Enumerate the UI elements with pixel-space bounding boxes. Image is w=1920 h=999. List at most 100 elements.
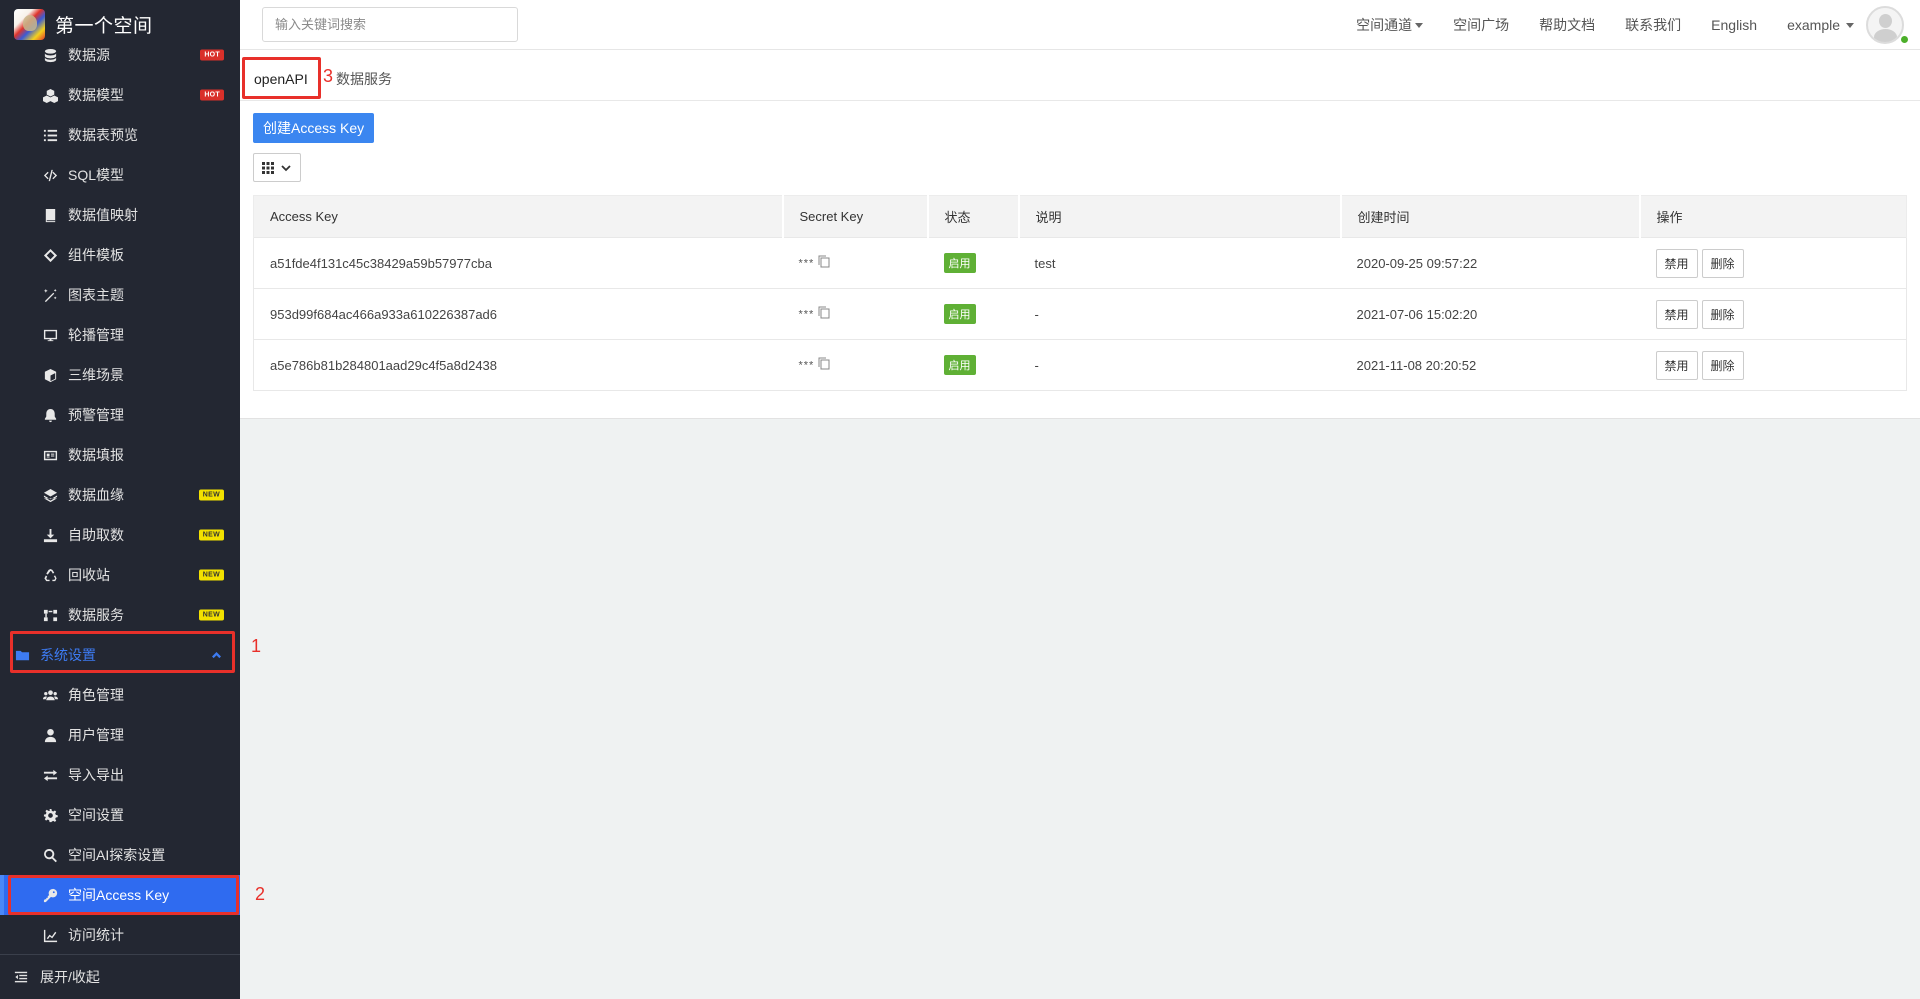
tab-openapi[interactable]: openAPI (242, 58, 322, 100)
user-name: example (1787, 17, 1840, 33)
sidebar: 第一个空间 数据源 HOT 数据模型 HOT 数据表预览 SQL模型 数据值映射… (0, 0, 240, 999)
sidebar-item-value-mapping[interactable]: 数据值映射 (0, 195, 240, 235)
sidebar-item-sql-model[interactable]: SQL模型 (0, 155, 240, 195)
sidebar-group-system-settings[interactable]: 系统设置 (0, 635, 240, 675)
delete-button[interactable]: 删除 (1701, 350, 1744, 380)
sidebar-item-data-lineage[interactable]: 数据血缘 NEW (0, 475, 240, 515)
sidebar-item-datasource[interactable]: 数据源 HOT (0, 35, 240, 75)
sidebar-item-component-template[interactable]: 组件模板 (0, 235, 240, 275)
user-menu[interactable]: example (1787, 17, 1854, 33)
column-header: Secret Key (781, 195, 928, 238)
sidebar-item-data-entry[interactable]: 数据填报 (0, 435, 240, 475)
annotation-number-3: 3 (323, 66, 334, 86)
search-input[interactable] (262, 7, 518, 42)
disable-button[interactable]: 禁用 (1655, 248, 1698, 278)
sidebar-item-label: 角色管理 (68, 687, 124, 703)
nav-space-plaza[interactable]: 空间广场 (1453, 15, 1509, 35)
tab-data-service[interactable]: 数据服务 (336, 58, 392, 100)
nav-help-docs[interactable]: 帮助文档 (1539, 15, 1595, 35)
hot-badge: HOT (200, 49, 224, 61)
sidebar-item-label: 数据值映射 (68, 207, 138, 223)
secret-key-cell: *** (782, 288, 928, 340)
sidebar-item-carousel[interactable]: 轮播管理 (0, 315, 240, 355)
network-icon (42, 607, 58, 623)
disable-button[interactable]: 禁用 (1655, 350, 1698, 380)
layers-icon (42, 487, 58, 503)
sidebar-item-import-export[interactable]: 导入导出 (0, 755, 240, 795)
column-header: 创建时间 (1339, 195, 1640, 238)
delete-button[interactable]: 删除 (1701, 248, 1744, 278)
top-header: 空间通道 空间广场 帮助文档 联系我们 English example (240, 0, 1920, 50)
table-header-row: Access Key Secret Key 状态 说明 创建时间 操作 (253, 195, 1907, 238)
sidebar-item-alert[interactable]: 预警管理 (0, 395, 240, 435)
actions-cell: 禁用 删除 (1639, 339, 1907, 391)
column-toggle-button[interactable] (253, 153, 301, 182)
sidebar-item-label: 三维场景 (68, 367, 124, 383)
download-icon (42, 527, 58, 543)
user-icon (42, 727, 58, 743)
description-cell: - (1018, 288, 1341, 340)
column-header: Access Key (253, 195, 783, 238)
actions-cell: 禁用 删除 (1639, 288, 1907, 340)
sidebar-item-label: 预警管理 (68, 407, 124, 423)
status-cell: 启用 (927, 339, 1019, 391)
disable-button[interactable]: 禁用 (1655, 299, 1698, 329)
tab-bar: openAPI 数据服务 (240, 50, 1920, 101)
avatar-body (1874, 29, 1897, 42)
folder-icon (15, 648, 30, 663)
sidebar-item-access-key[interactable]: 空间Access Key (0, 875, 240, 915)
new-badge: NEW (198, 529, 224, 541)
sidebar-item-space-settings[interactable]: 空间设置 (0, 795, 240, 835)
users-icon (42, 687, 58, 703)
created-time-cell: 2020-09-25 09:57:22 (1340, 237, 1640, 289)
sidebar-item-users[interactable]: 用户管理 (0, 715, 240, 755)
cubes-icon (42, 87, 58, 103)
table-row: a5e786b81b284801aad29c4f5a8d2438 *** 启用 … (253, 339, 1907, 391)
sidebar-item-data-model[interactable]: 数据模型 HOT (0, 75, 240, 115)
sidebar-item-label: 回收站 (68, 567, 110, 583)
list-icon (42, 127, 58, 143)
secret-key-mask: *** (798, 257, 815, 270)
sidebar-item-recycle-bin[interactable]: 回收站 NEW (0, 555, 240, 595)
annotation-number-1: 1 (251, 636, 262, 656)
search-icon (42, 847, 58, 863)
copy-icon[interactable] (818, 306, 830, 322)
avatar[interactable] (1866, 6, 1904, 44)
status-badge: 启用 (943, 304, 976, 324)
nav-contact-us[interactable]: 联系我们 (1625, 15, 1681, 35)
sidebar-item-self-service[interactable]: 自助取数 NEW (0, 515, 240, 555)
create-access-key-button[interactable]: 创建Access Key (253, 113, 375, 143)
created-time-cell: 2021-11-08 20:20:52 (1340, 339, 1640, 391)
sidebar-item-label: 访问统计 (68, 927, 124, 943)
sidebar-item-label: 数据服务 (68, 607, 124, 623)
sidebar-item-roles[interactable]: 角色管理 (0, 675, 240, 715)
sidebar-item-label: 用户管理 (68, 727, 124, 743)
description-cell: test (1018, 237, 1341, 289)
status-cell: 启用 (927, 237, 1019, 289)
database-icon (42, 47, 58, 63)
column-header: 状态 (926, 195, 1019, 238)
sidebar-item-label: 空间设置 (68, 807, 124, 823)
nav-language[interactable]: English (1711, 17, 1757, 33)
sidebar-item-label: 轮播管理 (68, 327, 124, 343)
sidebar-item-chart-theme[interactable]: 图表主题 (0, 275, 240, 315)
sidebar-group-label: 系统设置 (40, 647, 96, 663)
sidebar-item-table-preview[interactable]: 数据表预览 (0, 115, 240, 155)
access-key-table: Access Key Secret Key 状态 说明 创建时间 操作 a51f… (253, 195, 1907, 391)
sidebar-item-data-service[interactable]: 数据服务 NEW (0, 595, 240, 635)
collapse-toggle[interactable]: 展开/收起 (0, 954, 240, 999)
sidebar-item-visit-stats[interactable]: 访问统计 (0, 915, 240, 955)
sidebar-item-ai-explore-settings[interactable]: 空间AI探索设置 (0, 835, 240, 875)
delete-button[interactable]: 删除 (1701, 299, 1744, 329)
copy-icon[interactable] (818, 255, 830, 271)
space-title: 第一个空间 (55, 15, 153, 37)
nav-space-channel[interactable]: 空间通道 (1356, 15, 1424, 35)
sidebar-item-3d-scene[interactable]: 三维场景 (0, 355, 240, 395)
description-cell: - (1018, 339, 1341, 391)
copy-icon[interactable] (818, 357, 830, 373)
top-nav: 空间通道 空间广场 帮助文档 联系我们 English example (1356, 0, 1920, 50)
status-badge: 启用 (943, 355, 976, 375)
actions-cell: 禁用 删除 (1639, 237, 1907, 289)
status-badge: 启用 (943, 253, 976, 273)
column-header: 说明 (1017, 195, 1341, 238)
